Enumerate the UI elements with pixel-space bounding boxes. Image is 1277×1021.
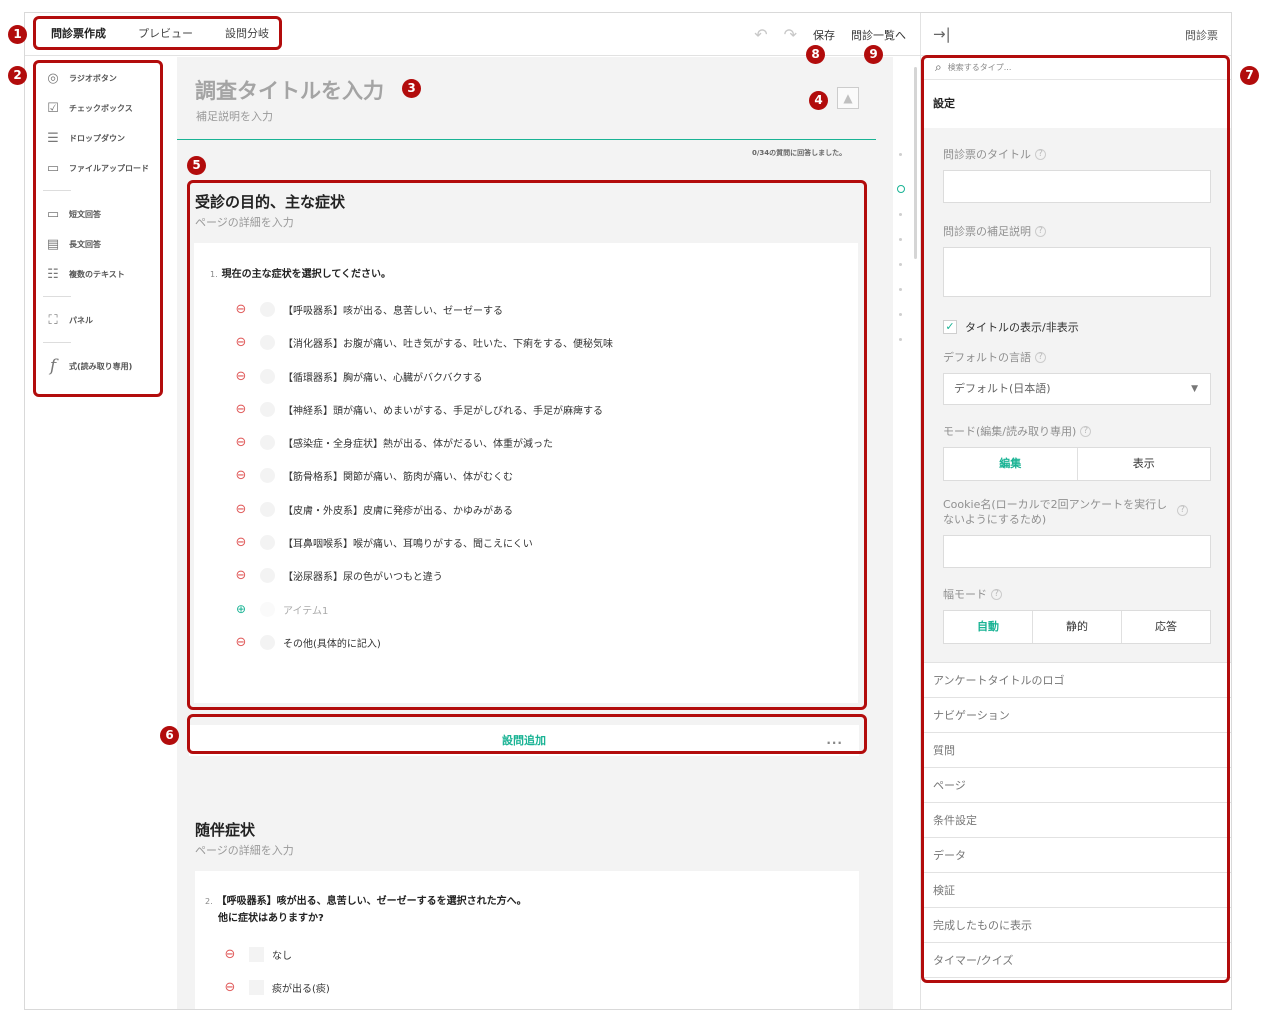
choice-item[interactable]: ⊖ なし <box>223 944 292 964</box>
title-divider <box>177 139 876 140</box>
image-icon[interactable]: ▲ <box>837 87 859 109</box>
choice-item[interactable]: ⊖ 痰が出る(痰) <box>223 977 330 997</box>
canvas-scrollbar[interactable] <box>914 67 917 259</box>
save-button[interactable]: 保存 <box>813 27 835 43</box>
callout-badge-8: 8 <box>806 45 825 64</box>
top-actions: ↶ ↷ 保存 問診一覧へ <box>754 13 906 56</box>
checkbox <box>249 946 264 962</box>
survey-title[interactable]: 調査タイトルを入力 <box>195 75 384 105</box>
callout-badge-4: 4 <box>809 91 828 110</box>
remove-choice-icon[interactable]: ⊖ <box>223 980 237 995</box>
survey-description[interactable]: 補足説明を入力 <box>196 108 273 124</box>
collapse-panel-icon[interactable]: →| <box>933 25 951 43</box>
nav-dot[interactable] <box>899 288 902 291</box>
callout-badge-5: 5 <box>187 156 206 175</box>
survey-list-button[interactable]: 問診一覧へ <box>851 27 906 43</box>
redo-icon[interactable]: ↷ <box>784 25 797 44</box>
callout-badge-3: 3 <box>402 79 421 98</box>
callout-badge-2: 2 <box>8 66 27 85</box>
panel-header: →| 問診票 <box>921 13 1231 56</box>
page-description[interactable]: ページの詳細を入力 <box>195 842 294 858</box>
callout-frame-panel <box>921 55 1230 983</box>
question-title[interactable]: 2. 【呼吸器系】咳が出る、息苦しい、ゼーゼーするを選択された方へ。 他に症状はあり… <box>205 893 527 927</box>
undo-icon[interactable]: ↶ <box>754 25 767 44</box>
callout-badge-6: 6 <box>160 726 179 745</box>
callout-frame-tabs <box>33 16 282 50</box>
nav-dot[interactable] <box>899 313 902 316</box>
callout-badge-9: 9 <box>864 45 883 64</box>
callout-badge-7: 7 <box>1240 66 1259 85</box>
callout-frame-question <box>187 180 867 710</box>
progress-text: 0/34の質問に回答しました。 <box>752 149 847 157</box>
checkbox <box>249 979 264 995</box>
nav-dot[interactable] <box>899 238 902 241</box>
callout-badge-1: 1 <box>8 25 27 44</box>
page-title[interactable]: 随伴症状 <box>195 819 255 840</box>
callout-frame-add-question <box>187 714 867 754</box>
panel-title: 問診票 <box>1185 29 1218 42</box>
question-card[interactable]: 2. 【呼吸器系】咳が出る、息苦しい、ゼーゼーするを選択された方へ。 他に症状はあり… <box>195 871 859 1009</box>
nav-dot-current[interactable] <box>897 185 905 193</box>
nav-dot[interactable] <box>899 153 902 156</box>
remove-choice-icon[interactable]: ⊖ <box>223 947 237 962</box>
nav-dot[interactable] <box>899 263 902 266</box>
nav-dot[interactable] <box>899 213 902 216</box>
nav-dot[interactable] <box>899 338 902 341</box>
callout-frame-toolbox <box>33 60 163 397</box>
